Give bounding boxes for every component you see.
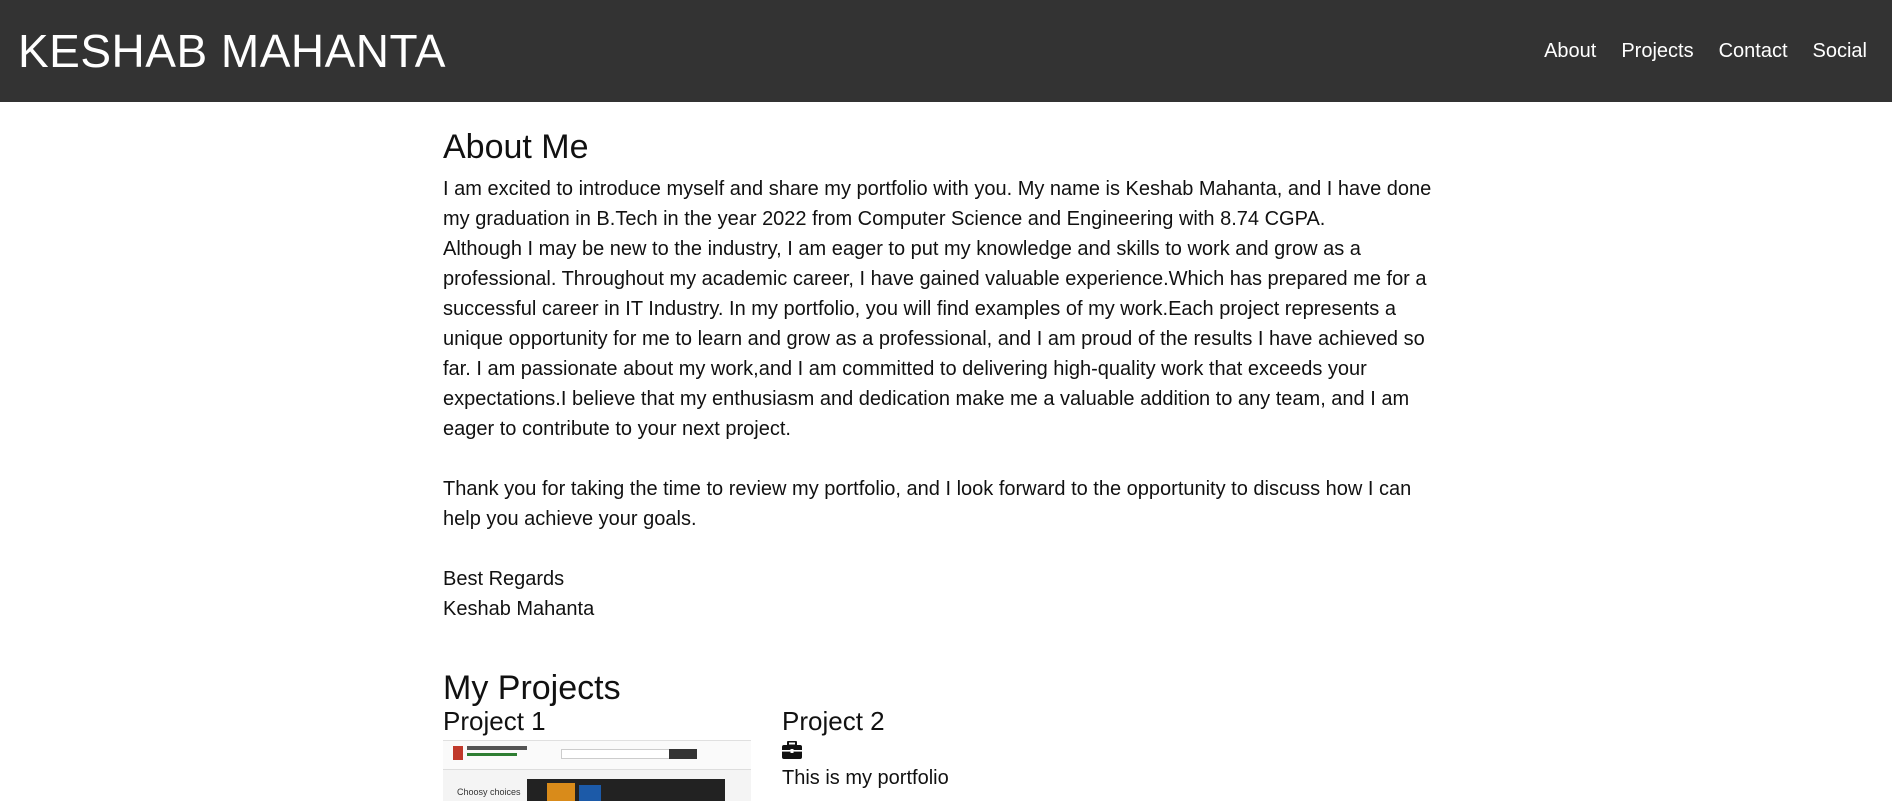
project-title: Project 2: [782, 706, 885, 736]
project-title: Project 1: [443, 706, 546, 736]
project-card-2: Project 2 This is my portfolio: [782, 704, 949, 792]
project-description: This is my portfolio: [782, 767, 949, 789]
about-section: About Me I am excited to introduce mysel…: [443, 120, 1443, 624]
site-title: KESHAB MAHANTA: [18, 25, 446, 77]
nav-contact-link[interactable]: Contact: [1719, 38, 1788, 64]
nav-about-link[interactable]: About: [1544, 38, 1596, 64]
nav-projects-link[interactable]: Projects: [1621, 38, 1693, 64]
site-header: KESHAB MAHANTA About Projects Contact So…: [0, 0, 1892, 102]
main-nav: About Projects Contact Social: [1544, 38, 1892, 64]
briefcase-icon: [782, 740, 802, 759]
nav-social-link[interactable]: Social: [1813, 38, 1867, 64]
about-heading: About Me: [443, 128, 589, 166]
project-card-1: Project 1 Choosy choices: [443, 704, 751, 801]
project-thumbnail[interactable]: Choosy choices: [443, 740, 751, 801]
about-text: I am excited to introduce myself and sha…: [443, 178, 1432, 620]
